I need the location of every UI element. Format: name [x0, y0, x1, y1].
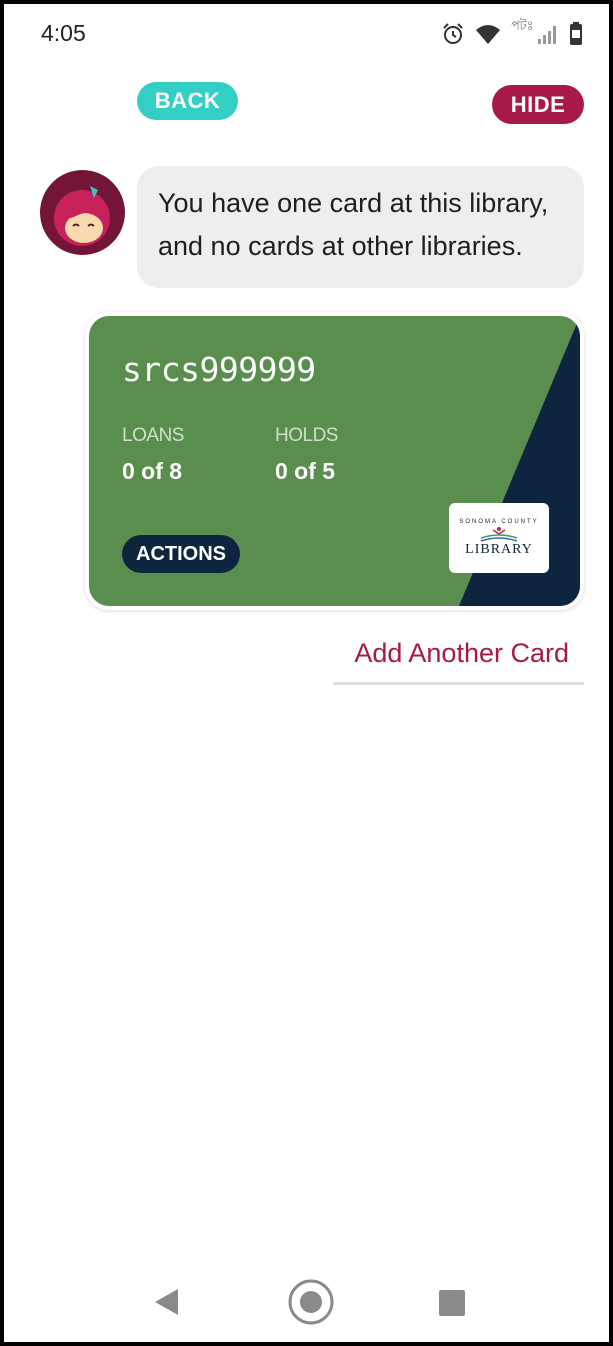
alarm-icon	[441, 22, 465, 46]
back-button[interactable]: BACK	[137, 82, 238, 120]
holds-value: 0 of 5	[275, 458, 336, 484]
battery-icon	[569, 22, 583, 46]
loans-value: 0 of 8	[122, 458, 183, 484]
libby-avatar	[40, 170, 125, 255]
book-figure-icon	[480, 526, 518, 542]
nav-recents-button[interactable]	[439, 1290, 465, 1316]
actions-button[interactable]: ACTIONS	[122, 535, 240, 573]
wifi-icon	[475, 23, 501, 45]
message-line-2: and no cards at other libraries.	[158, 231, 523, 261]
hide-button[interactable]: HIDE	[492, 85, 584, 124]
status-icons: পটঃ	[441, 17, 583, 48]
holds-label: HOLDS	[275, 425, 338, 446]
status-time: 4:05	[41, 20, 86, 46]
library-card[interactable]: srcs999999 LOANS 0 of 8 HOLDS 0 of 5 ACT…	[89, 316, 580, 606]
circle-home-icon	[288, 1279, 334, 1325]
library-logo-top-text: SONOMA COUNTY	[459, 518, 539, 525]
screen: 4:05 পটঃ BACK HIDE You have one card at …	[4, 4, 609, 1342]
triangle-back-icon	[155, 1289, 178, 1315]
loans-label: LOANS	[122, 425, 184, 446]
add-another-card-label: Add Another Card	[354, 638, 569, 668]
libby-face-icon	[54, 186, 110, 246]
message-line-1: You have one card at this library,	[158, 188, 549, 218]
library-logo: SONOMA COUNTY LIBRARY	[449, 503, 549, 573]
carrier-text: পটঃ	[511, 17, 533, 33]
message-bubble: You have one card at this library, and n…	[137, 166, 584, 288]
signal-icon	[537, 23, 559, 45]
status-bar: 4:05 পটঃ	[4, 4, 609, 62]
add-another-card-link[interactable]: Add Another Card	[333, 631, 584, 685]
nav-home-button[interactable]	[287, 1278, 335, 1331]
library-logo-main-text: LIBRARY	[465, 541, 533, 557]
nav-back-button[interactable]	[154, 1288, 180, 1321]
card-number: srcs999999	[122, 350, 316, 389]
